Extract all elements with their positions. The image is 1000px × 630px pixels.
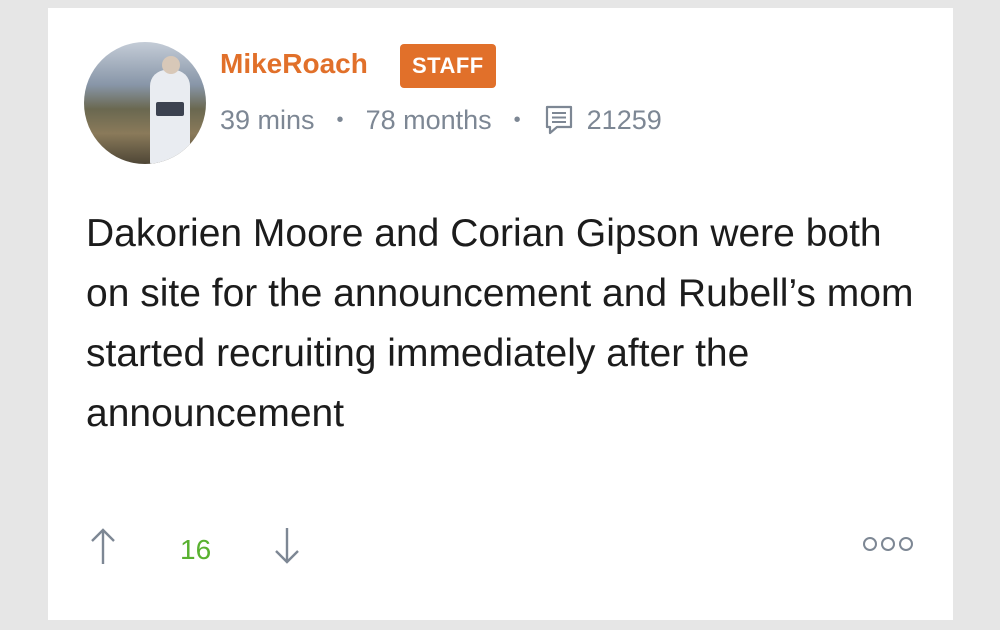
- upvote-button[interactable]: [86, 526, 120, 566]
- post-count: 21259: [586, 104, 662, 135]
- avatar-jersey: [156, 102, 184, 116]
- post-card: MikeRoach STAFF 39 mins • 78 months • 21…: [48, 8, 953, 620]
- comment-icon: [543, 104, 575, 136]
- vote-score: 16: [180, 534, 212, 565]
- post-time: 39 mins: [220, 104, 315, 135]
- avatar[interactable]: [84, 42, 206, 164]
- post-meta: 39 mins • 78 months • 21259: [220, 104, 662, 136]
- post-body: Dakorien Moore and Corian Gipson were bo…: [86, 212, 914, 435]
- meta-separator: •: [336, 108, 344, 131]
- more-options-button[interactable]: [860, 532, 916, 556]
- downvote-button[interactable]: [270, 526, 304, 566]
- arrow-up-icon: [91, 528, 115, 564]
- staff-badge: STAFF: [400, 44, 496, 88]
- member-tenure: 78 months: [365, 104, 492, 135]
- meta-separator: •: [513, 108, 521, 131]
- avatar-head: [162, 56, 180, 74]
- more-options-icon: [863, 537, 913, 551]
- arrow-down-icon: [275, 528, 299, 564]
- author-name[interactable]: MikeRoach: [220, 48, 368, 80]
- avatar-figure: [150, 70, 190, 164]
